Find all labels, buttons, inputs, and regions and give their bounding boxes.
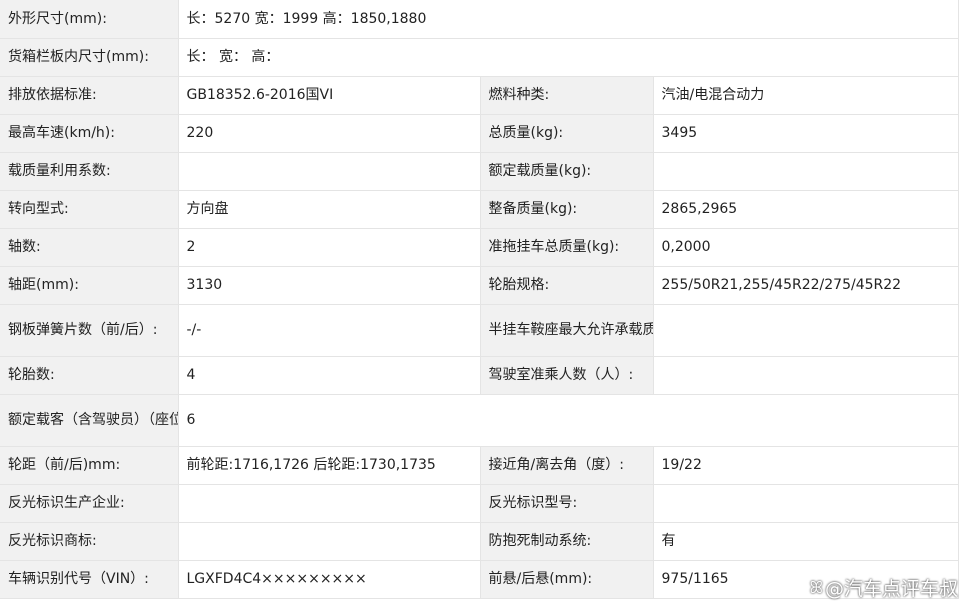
field-label: 轴距(mm):: [0, 266, 179, 305]
field-value: 255/50R21,255/45R22/275/45R22: [653, 266, 959, 305]
field-label: 反光标识商标:: [0, 522, 179, 561]
field-label: 转向型式:: [0, 190, 179, 229]
table-row: 转向型式: 方向盘 整备质量(kg): 2865,2965: [0, 190, 959, 229]
watermark: ꕤ @汽车点评车叔: [810, 574, 958, 601]
field-label: 车辆识别代号（VIN）:: [0, 560, 179, 599]
field-value: -/-: [178, 304, 481, 357]
table-row: 最高车速(km/h): 220 总质量(kg): 3495: [0, 114, 959, 153]
table-row: 轮胎数: 4 驾驶室准乘人数（人）:: [0, 356, 959, 395]
field-value: [653, 484, 959, 523]
field-value: 4: [178, 356, 481, 395]
table-row: 反光标识商标: 防抱死制动系统: 有: [0, 522, 959, 561]
table-row: 额定载客（含驾驶员）（座位数）:6: [0, 394, 959, 447]
table-row: 反光标识生产企业: 反光标识型号:: [0, 484, 959, 523]
field-label: 钢板弹簧片数（前/后）:: [0, 304, 179, 357]
field-value: 0,2000: [653, 228, 959, 267]
field-value: [653, 152, 959, 191]
table-row: 轴数: 2 准拖挂车总质量(kg): 0,2000: [0, 228, 959, 267]
field-label: 整备质量(kg):: [480, 190, 654, 229]
table-row: 外形尺寸(mm): 长：5270 宽：1999 高：1850,1880: [0, 0, 959, 39]
watermark-text: @汽车点评车叔: [824, 578, 958, 600]
table-row: 钢板弹簧片数（前/后）:-/-半挂车鞍座最大允许承载质量(kg):: [0, 304, 959, 357]
field-label: 货箱栏板内尺寸(mm):: [0, 38, 179, 77]
field-label: 载质量利用系数:: [0, 152, 179, 191]
field-value: [653, 356, 959, 395]
field-label: 半挂车鞍座最大允许承载质量(kg):: [480, 304, 654, 357]
field-label: 前悬/后悬(mm):: [480, 560, 654, 599]
field-label: 最高车速(km/h):: [0, 114, 179, 153]
field-label: 反光标识型号:: [480, 484, 654, 523]
field-value: [653, 304, 959, 357]
field-label: 额定载客（含驾驶员）（座位数）:: [0, 394, 179, 447]
table-row: 载质量利用系数: 额定载质量(kg):: [0, 152, 959, 191]
field-label: 轮胎规格:: [480, 266, 654, 305]
field-label: 轮距（前/后)mm:: [0, 446, 179, 485]
weibo-icon: ꕤ: [809, 577, 823, 597]
field-value: 前轮距:1716,1726 后轮距:1730,1735: [178, 446, 481, 485]
table-row: 货箱栏板内尺寸(mm): 长： 宽： 高：: [0, 38, 959, 77]
field-value: 19/22: [653, 446, 959, 485]
field-value: [178, 522, 481, 561]
field-label: 反光标识生产企业:: [0, 484, 179, 523]
field-value: 2: [178, 228, 481, 267]
field-label: 排放依据标准:: [0, 76, 179, 115]
spec-table: 外形尺寸(mm): 长：5270 宽：1999 高：1850,1880 货箱栏板内尺…: [0, 0, 959, 599]
table-row: 排放依据标准: GB18352.6-2016国VI 燃料种类: 汽油/电混合动力: [0, 76, 959, 115]
field-value: 220: [178, 114, 481, 153]
field-value: 长：5270 宽：1999 高：1850,1880: [178, 0, 959, 39]
field-value: 汽油/电混合动力: [653, 76, 959, 115]
field-value: 长： 宽： 高：: [178, 38, 959, 77]
field-value: 3130: [178, 266, 481, 305]
field-value: 2865,2965: [653, 190, 959, 229]
field-label: 总质量(kg):: [480, 114, 654, 153]
table-row: 轴距(mm): 3130 轮胎规格: 255/50R21,255/45R22/275/…: [0, 266, 959, 305]
field-value: 6: [178, 394, 959, 447]
field-label: 额定载质量(kg):: [480, 152, 654, 191]
field-value: [178, 152, 481, 191]
field-label: 防抱死制动系统:: [480, 522, 654, 561]
field-label: 驾驶室准乘人数（人）:: [480, 356, 654, 395]
field-label: 轮胎数:: [0, 356, 179, 395]
field-label: 外形尺寸(mm):: [0, 0, 179, 39]
field-value: 方向盘: [178, 190, 481, 229]
field-label: 准拖挂车总质量(kg):: [480, 228, 654, 267]
field-value: [178, 484, 481, 523]
field-label: 燃料种类:: [480, 76, 654, 115]
field-value: GB18352.6-2016国VI: [178, 76, 481, 115]
field-value: 3495: [653, 114, 959, 153]
table-row: 轮距（前/后)mm: 前轮距:1716,1726 后轮距:1730,1735 接近角…: [0, 446, 959, 485]
field-label: 接近角/离去角（度）:: [480, 446, 654, 485]
field-value: LGXFD4C4×××××××××: [178, 560, 481, 599]
field-label: 轴数:: [0, 228, 179, 267]
field-value: 有: [653, 522, 959, 561]
